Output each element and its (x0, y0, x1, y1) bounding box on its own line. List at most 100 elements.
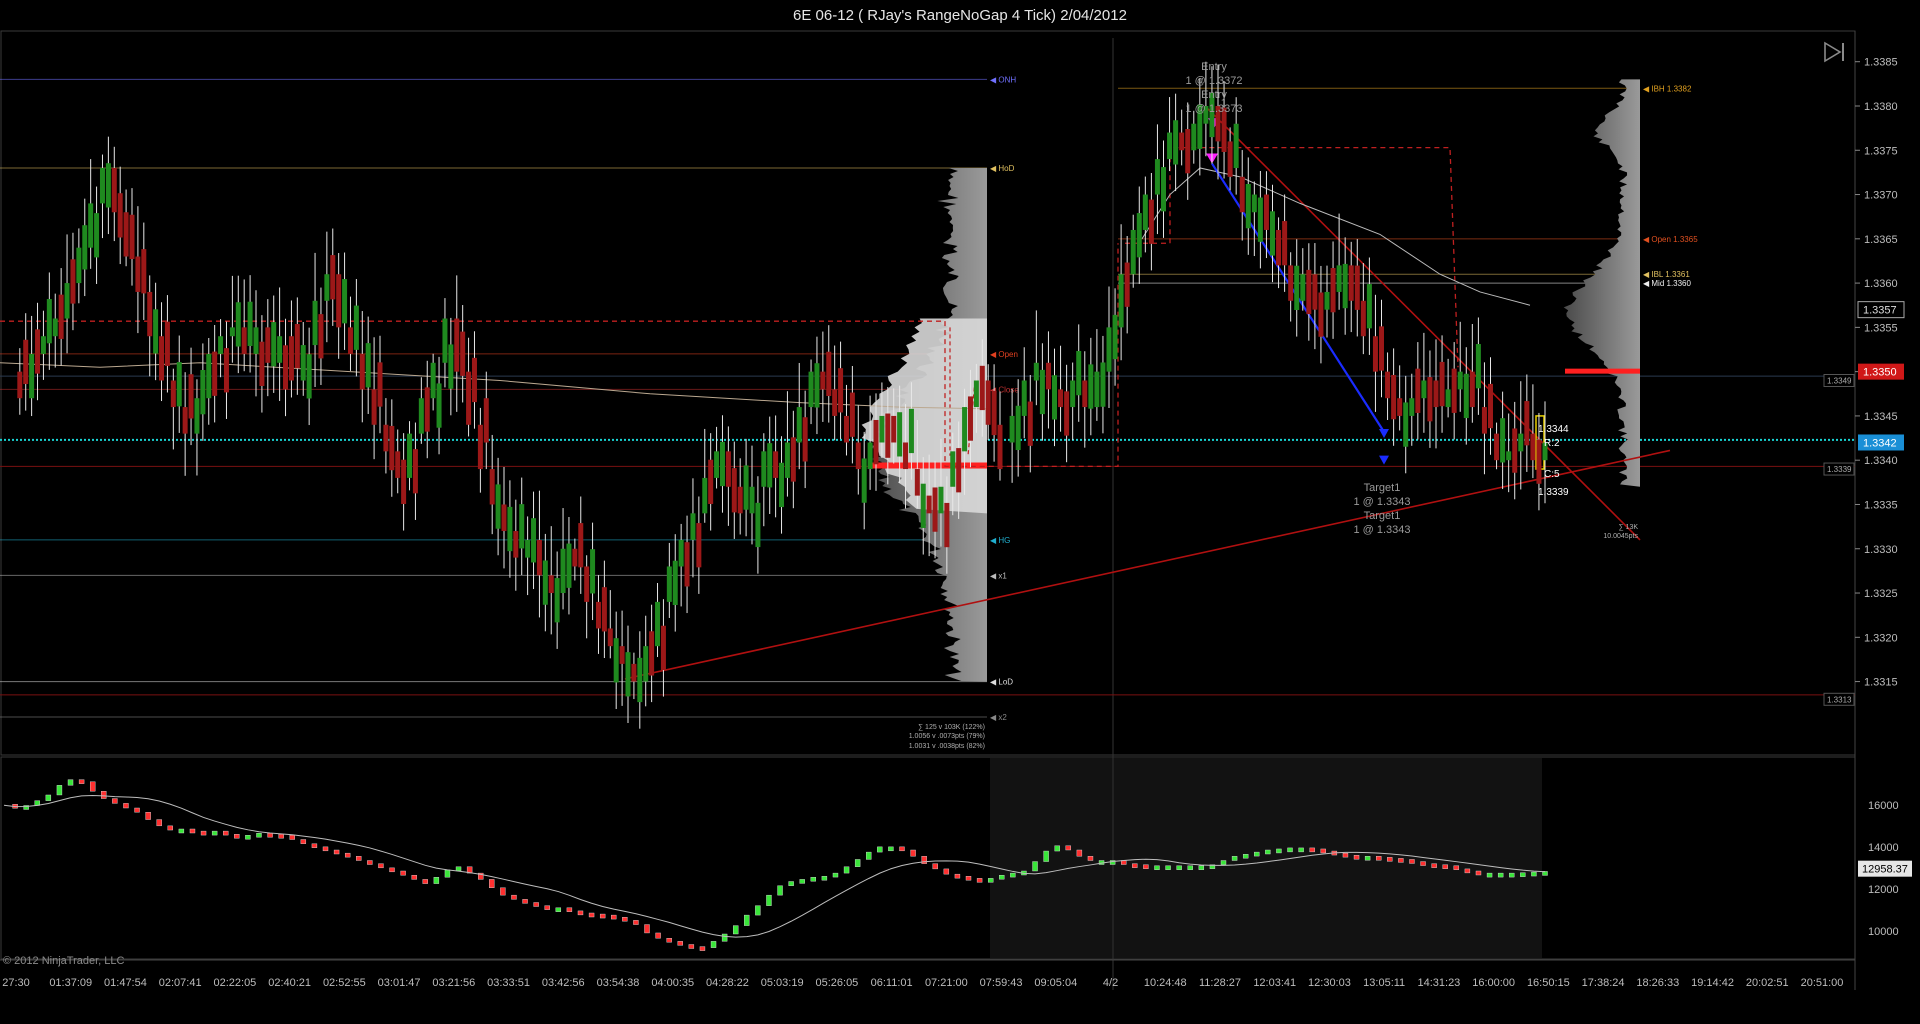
bar-info-annotation: 1.3339 (1538, 487, 1569, 498)
candle-body (903, 442, 909, 470)
profile-stats-text: 1.0031 v .0038pts (82%) (909, 743, 985, 750)
skip-to-end-icon[interactable] (1822, 40, 1848, 64)
level-label: ◀ LoD (990, 678, 1013, 687)
candle-body (914, 469, 920, 496)
target-annotation: Target1 (1364, 482, 1401, 494)
candle-body (897, 412, 903, 457)
candle-body (908, 408, 914, 454)
candle-body (702, 477, 708, 514)
candle-body (584, 566, 590, 602)
candle-body (64, 283, 70, 319)
candle-body (625, 652, 631, 697)
candle-body (223, 348, 229, 393)
candle-body (1233, 123, 1239, 169)
level-label: ◀ IBH 1.3382 (1643, 84, 1692, 93)
indicator-candle (1320, 848, 1326, 854)
price-tick-label: 1.3340 (1864, 455, 1898, 467)
candle-body (395, 451, 401, 478)
candle-body (1421, 380, 1427, 399)
candle-body (1366, 284, 1372, 329)
candle-body (1179, 132, 1185, 151)
candle-body (1142, 194, 1148, 230)
indicator-candle (622, 917, 628, 922)
candle-body (1457, 371, 1463, 390)
candle-body (962, 407, 968, 452)
candle-body (708, 459, 714, 504)
candle-body (1385, 371, 1391, 399)
candle-body (17, 371, 23, 399)
candle-body (684, 542, 690, 587)
price-tick-label: 1.3315 (1864, 677, 1898, 689)
time-label: 16:50:15 (1527, 977, 1570, 989)
candle-body (1342, 263, 1348, 309)
indicator-candle (1398, 858, 1404, 863)
candle-body (442, 318, 448, 363)
candle-body (773, 451, 779, 478)
candle-body (796, 407, 802, 443)
candle-body (926, 495, 932, 514)
candle-body (1469, 371, 1475, 408)
indicator-candle (1276, 848, 1282, 854)
candle-body (1039, 369, 1045, 415)
candle-body (1263, 194, 1269, 230)
entry-annotation: 1 @ 1.3372 (1185, 75, 1242, 87)
candle-body (70, 259, 76, 304)
candle-body (1439, 361, 1445, 407)
candle-body (1312, 274, 1318, 310)
candle-body (513, 531, 519, 558)
indicator-candle (788, 881, 794, 886)
indicator-candle (633, 920, 639, 925)
candle-body (23, 339, 29, 385)
candle-body (1288, 265, 1294, 301)
indicator-candle (766, 894, 772, 906)
candle-body (1021, 380, 1027, 416)
candle-body (560, 548, 566, 594)
time-label: 20:51:00 (1801, 977, 1844, 989)
indicator-candle (555, 907, 562, 912)
indicator-candle (433, 877, 440, 884)
candle-body (1463, 373, 1469, 419)
time-label: 12:03:41 (1253, 977, 1296, 989)
candle-body (1276, 229, 1282, 266)
indicator-candle (234, 834, 240, 839)
indicator-candle (799, 879, 805, 884)
time-label: 19:14:42 (1691, 977, 1734, 989)
candle-body (477, 424, 483, 470)
candle-body (1282, 221, 1288, 266)
candle-body (1227, 141, 1233, 177)
candle-body (950, 451, 956, 487)
indicator-candle (866, 851, 872, 860)
indicator-shaded-zone (990, 758, 1542, 958)
candle-body (111, 167, 117, 213)
time-label: 06:11:01 (871, 977, 913, 989)
candle-body (1136, 213, 1142, 258)
indicator-candle (56, 785, 63, 796)
candle-body (271, 322, 277, 367)
candle-body (507, 506, 513, 552)
profile-stats-text: 1.0056 v .0073pts (79%) (909, 733, 985, 740)
candle-body (277, 336, 283, 363)
candle-body (76, 247, 82, 284)
indicator-candle (356, 856, 362, 861)
chart-area[interactable]: ◀ ONH◀ HoD◀ Open◀ Close◀ HG◀ x1◀ LoD◀ x2… (0, 30, 1920, 1024)
candle-body (35, 329, 41, 374)
entry-annotation: 1 @ 1.3373 (1185, 103, 1242, 115)
time-label: 04:28:22 (706, 977, 749, 989)
candle-body (1094, 371, 1100, 408)
price-box-label: 1.3339 (1827, 465, 1852, 474)
candle-body (985, 380, 991, 425)
indicator-candle (522, 899, 528, 904)
candle-body (1070, 380, 1076, 408)
candle-body (1318, 292, 1324, 337)
indicator-tick-label: 16000 (1868, 800, 1899, 812)
indicator-candle (1143, 864, 1149, 869)
price-tick-label: 1.3335 (1864, 499, 1898, 511)
time-label: 07:59:43 (980, 977, 1023, 989)
candle-body (1027, 401, 1033, 446)
indicator-candle (877, 846, 883, 853)
candle-body (1506, 451, 1512, 461)
indicator-candle (1309, 847, 1315, 853)
indicator-candle (854, 859, 861, 868)
candle-body (1173, 120, 1179, 165)
time-label: 01:37:09 (49, 977, 92, 989)
